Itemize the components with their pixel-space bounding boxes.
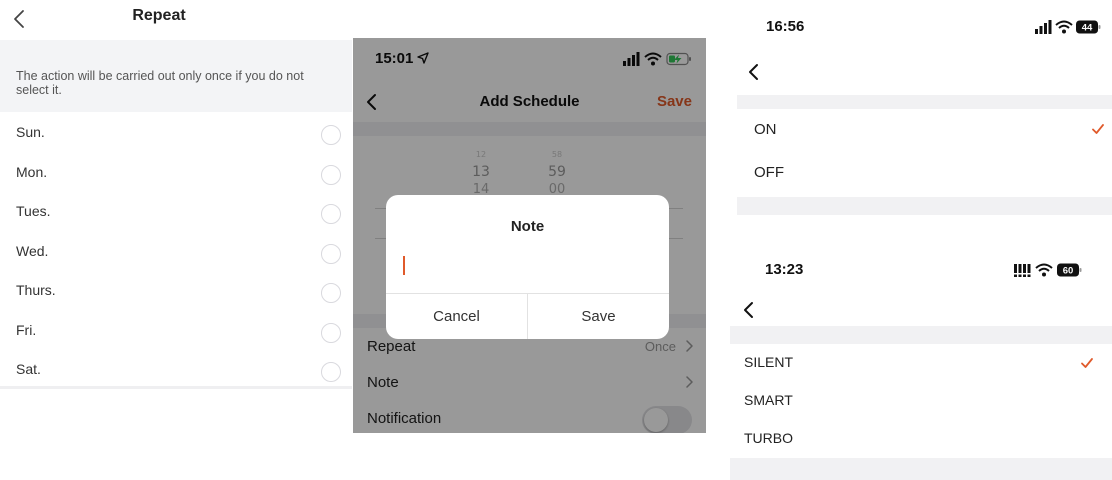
- radio-button[interactable]: [321, 125, 341, 145]
- option-label: SILENT: [744, 354, 794, 370]
- text-caret: [403, 256, 405, 275]
- note-input[interactable]: [402, 251, 652, 285]
- day-row-thurs[interactable]: Thurs.: [0, 271, 352, 311]
- radio-button[interactable]: [321, 164, 341, 185]
- day-label: Fri.: [16, 321, 37, 338]
- option-off[interactable]: OFF: [737, 152, 1112, 194]
- hint-text: The action will be carried out only once…: [16, 69, 304, 97]
- day-list: Sun. Mon. Tues. Wed. Thurs. Fri. Sat.: [0, 113, 352, 389]
- day-row-sun[interactable]: Sun.: [0, 113, 352, 153]
- add-schedule-screen: 15:01 Add Schedule Save 12 13 14 58 59 0…: [353, 38, 706, 433]
- day-label: Thurs.: [16, 282, 56, 298]
- option-label: ON: [754, 121, 777, 138]
- note-dialog: Note Cancel Save: [386, 195, 669, 339]
- dialog-title: Note: [510, 218, 545, 235]
- signal-icon: [1014, 264, 1031, 277]
- repeat-screen: Repeat The action will be carried out on…: [0, 0, 352, 480]
- radio-button[interactable]: [321, 362, 341, 382]
- status-time: 16:56: [766, 18, 805, 35]
- day-row-fri[interactable]: Fri.: [0, 311, 352, 351]
- battery-level: 44: [1082, 23, 1093, 34]
- day-row-sat[interactable]: Sat.: [0, 350, 352, 390]
- cancel-button[interactable]: Cancel: [386, 294, 527, 339]
- option-turbo[interactable]: TURBO: [730, 420, 1112, 460]
- status-time: 13:23: [765, 261, 804, 278]
- radio-button[interactable]: [321, 204, 341, 224]
- checkmark-icon: [1081, 358, 1093, 368]
- battery-icon: 44: [1076, 20, 1101, 34]
- dialog-save-button[interactable]: Save: [528, 294, 669, 339]
- repeat-hint: The action will be carried out only once…: [0, 40, 352, 112]
- option-on[interactable]: ON: [737, 109, 1112, 151]
- chevron-left-icon[interactable]: [738, 298, 760, 322]
- day-label: Sat.: [16, 361, 41, 377]
- option-label: SMART: [744, 392, 793, 408]
- battery-icon: 60: [1057, 263, 1082, 277]
- option-label: TURBO: [744, 430, 793, 446]
- radio-button[interactable]: [321, 322, 341, 343]
- day-row-wed[interactable]: Wed.: [0, 232, 352, 272]
- wifi-icon: [1055, 20, 1073, 34]
- day-label: Mon.: [16, 163, 48, 180]
- page-title: Repeat: [132, 7, 186, 24]
- day-row-mon[interactable]: Mon.: [0, 153, 352, 193]
- option-smart[interactable]: SMART: [730, 382, 1112, 422]
- day-row-tues[interactable]: Tues.: [0, 192, 352, 232]
- option-silent[interactable]: SILENT: [730, 344, 1112, 384]
- day-label: Wed.: [16, 242, 49, 259]
- section-divider: [737, 95, 1112, 109]
- section-divider: [730, 458, 1112, 480]
- section-divider: [730, 326, 1112, 344]
- repeat-header: Repeat: [0, 0, 352, 40]
- wifi-icon: [1035, 263, 1053, 277]
- power-screen: 16:56 44 ON OFF: [737, 0, 1112, 215]
- day-label: Sun.: [16, 124, 45, 140]
- radio-button[interactable]: [321, 283, 341, 303]
- mode-screen: 13:23 60 SILENT SMART TURBO: [730, 246, 1112, 480]
- chevron-left-icon[interactable]: [743, 60, 765, 84]
- section-divider: [737, 197, 1112, 215]
- status-icons: 44: [1035, 20, 1101, 34]
- status-icons: 60: [1014, 263, 1082, 277]
- battery-level: 60: [1063, 266, 1074, 277]
- option-label: OFF: [754, 164, 784, 181]
- radio-button[interactable]: [321, 243, 341, 264]
- day-label: Tues.: [16, 203, 51, 219]
- signal-icon: [1035, 20, 1052, 34]
- checkmark-icon: [1092, 124, 1104, 134]
